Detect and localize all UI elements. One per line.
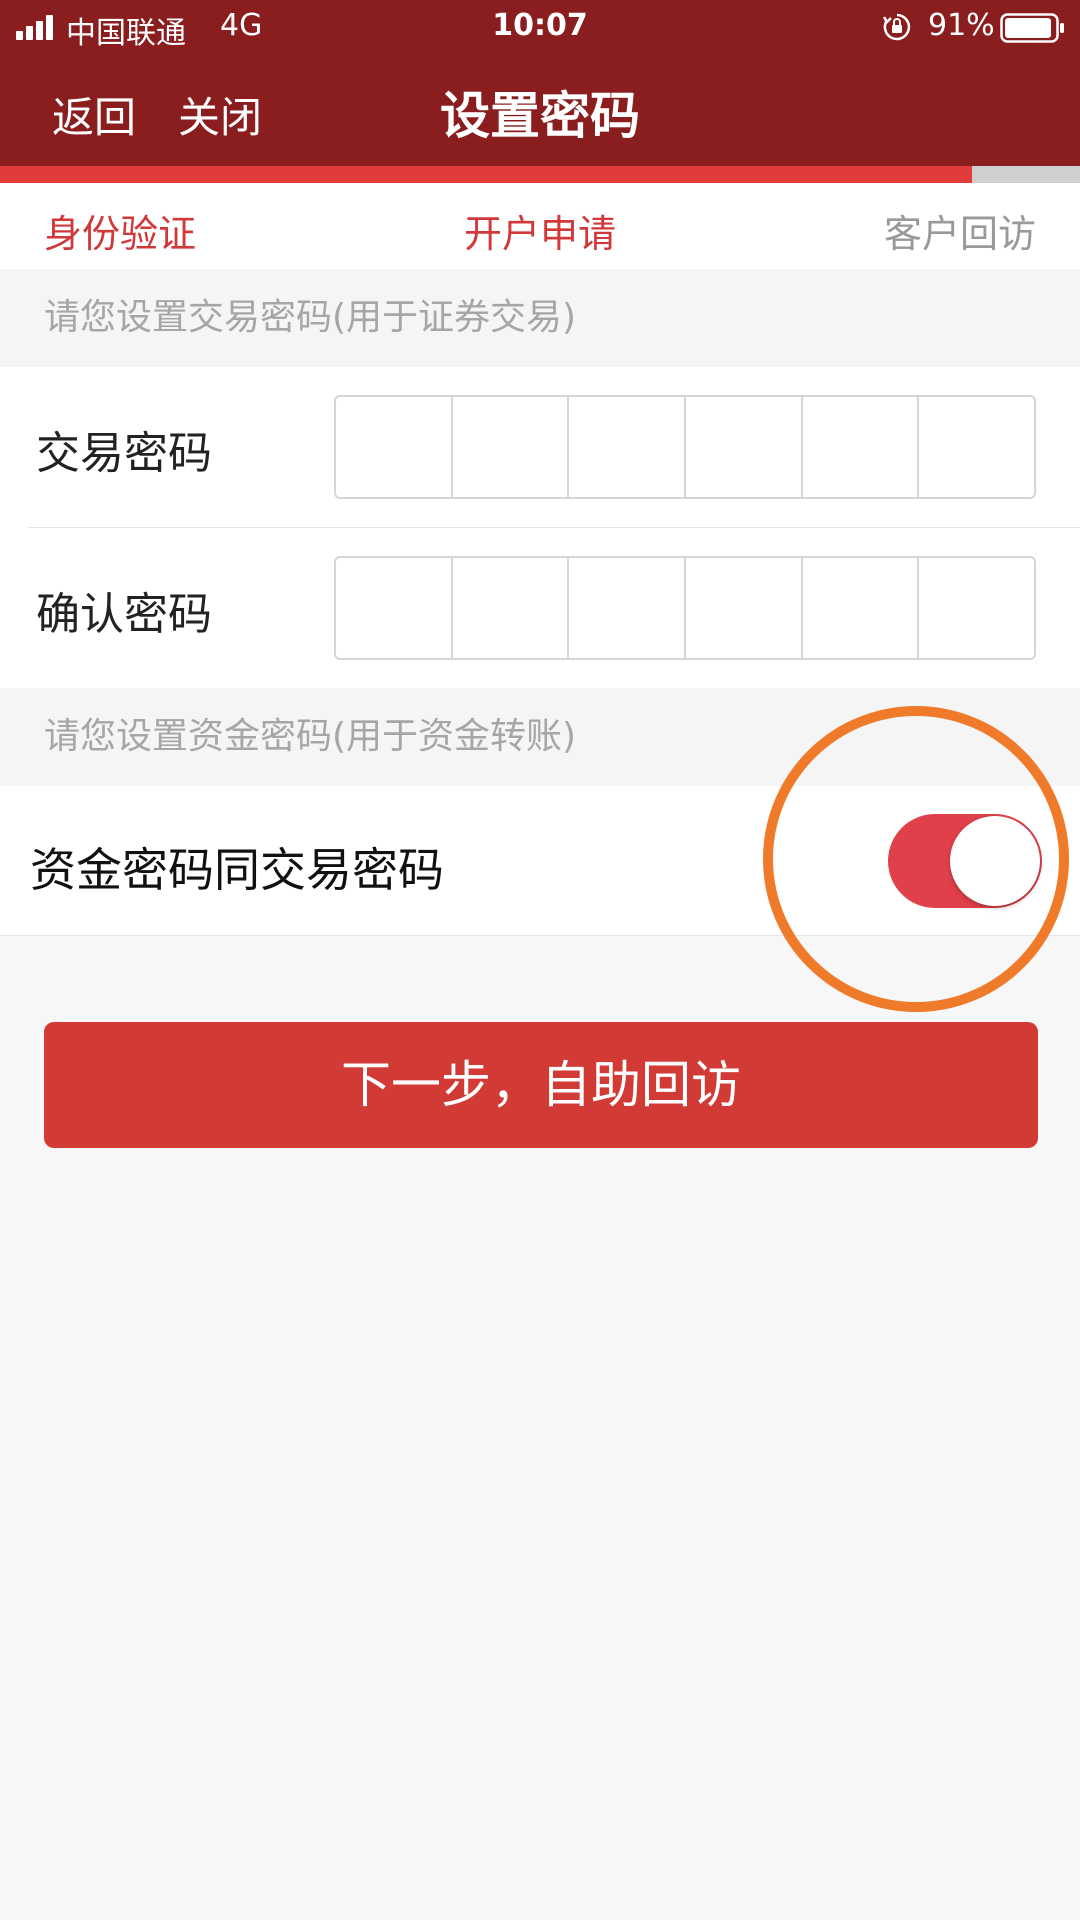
status-time: 10:07	[492, 8, 588, 43]
trade-password-hint: 请您设置交易密码(用于证券交易)	[0, 269, 1080, 367]
same-password-toggle[interactable]	[888, 814, 1042, 908]
confirm-password-input[interactable]	[334, 556, 1036, 660]
confirm-password-row: 确认密码	[0, 528, 1080, 688]
digit-box[interactable]	[803, 397, 920, 497]
step-customer-callback: 客户回访	[883, 212, 1036, 256]
status-bar: 中国联通 4G 10:07 91%	[0, 0, 1080, 56]
same-password-row: 资金密码同交易密码	[0, 786, 1080, 936]
progress-fill	[0, 166, 972, 183]
battery-icon	[1000, 13, 1064, 43]
digit-box[interactable]	[336, 397, 453, 497]
progress-bar	[0, 166, 1080, 183]
digit-box[interactable]	[919, 558, 1034, 658]
digit-box[interactable]	[803, 558, 920, 658]
digit-box[interactable]	[453, 558, 570, 658]
trade-password-input[interactable]	[334, 395, 1036, 499]
toggle-knob	[950, 816, 1040, 906]
digit-box[interactable]	[453, 397, 570, 497]
digit-box[interactable]	[919, 397, 1034, 497]
confirm-password-label: 确认密码	[36, 589, 212, 640]
digit-box[interactable]	[686, 558, 803, 658]
fund-password-hint: 请您设置资金密码(用于资金转账)	[0, 688, 1080, 786]
digit-box[interactable]	[686, 397, 803, 497]
trade-password-row: 交易密码	[0, 367, 1080, 527]
app-header: 中国联通 4G 10:07 91% 返回 关闭 设置密码	[0, 0, 1080, 166]
digit-box[interactable]	[569, 397, 687, 497]
page-title: 设置密码	[440, 87, 640, 145]
orientation-lock-icon	[882, 13, 911, 41]
step-indicator: 身份验证 开户申请 客户回访	[0, 183, 1080, 269]
next-step-button[interactable]: 下一步，自助回访	[44, 1022, 1038, 1148]
digit-box[interactable]	[336, 558, 453, 658]
password-card: 交易密码 确认密码	[0, 367, 1080, 688]
battery-percent: 91%	[928, 8, 995, 43]
trade-password-label: 交易密码	[36, 428, 212, 479]
digit-box[interactable]	[569, 558, 687, 658]
same-password-label: 资金密码同交易密码	[30, 843, 444, 897]
